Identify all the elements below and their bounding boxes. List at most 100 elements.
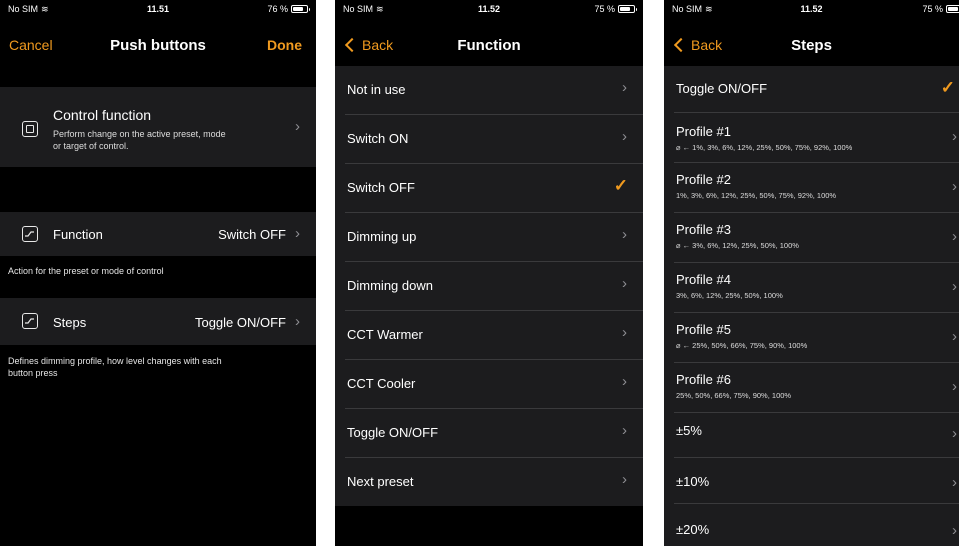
battery-fill [948, 7, 958, 11]
chevron-right-icon: › [952, 278, 957, 295]
chevron-right-icon: › [622, 422, 627, 439]
profile-item[interactable]: Profile #1 ⌀ ← 1%, 3%, 6%, 12%, 25%, 50%… [664, 113, 959, 162]
profile-steps: ⌀ ← 3%, 6%, 12%, 25%, 50%, 100% [676, 241, 799, 250]
profile-item[interactable]: Profile #2 1%, 3%, 6%, 12%, 25%, 50%, 75… [664, 163, 959, 212]
steps-note-1: Defines dimming profile, how level chang… [8, 356, 222, 366]
item-label: CCT Warmer [347, 327, 423, 342]
list-item[interactable]: ±5% › [664, 413, 959, 456]
chevron-right-icon: › [295, 225, 300, 242]
battery-icon [618, 5, 637, 13]
list-item[interactable]: CCT Cooler › [335, 360, 643, 408]
battery-icon [946, 5, 959, 13]
list-item[interactable]: Dimming down › [335, 262, 643, 310]
profile-item[interactable]: Profile #6 25%, 50%, 66%, 75%, 90%, 100%… [664, 363, 959, 412]
dimming-curve-icon [22, 313, 38, 329]
chevron-right-icon: › [952, 378, 957, 395]
function-screen: No SIM ≋ 11.52 75 % Back Function Not in … [335, 0, 643, 546]
item-label: Not in use [347, 82, 406, 97]
profile-title: Profile #5 [676, 322, 731, 337]
nav-bar: Cancel Push buttons Done [0, 22, 316, 66]
chevron-right-icon: › [295, 118, 300, 135]
clock: 11.52 [800, 4, 823, 14]
profile-title: Profile #1 [676, 124, 731, 139]
chevron-right-icon: › [952, 178, 957, 195]
item-label: Switch ON [347, 131, 409, 146]
battery-fill [293, 7, 303, 11]
item-label: Next preset [347, 474, 414, 489]
function-row[interactable]: Function Switch OFF › [0, 212, 316, 256]
item-label: Dimming down [347, 278, 433, 293]
function-value: Switch OFF [218, 227, 286, 242]
chevron-right-icon: › [295, 313, 300, 330]
chevron-right-icon: › [952, 522, 957, 539]
list-item[interactable]: CCT Warmer › [335, 311, 643, 359]
page-title: Steps [791, 37, 832, 54]
item-label: CCT Cooler [347, 376, 416, 391]
chevron-right-icon: › [622, 324, 627, 341]
checkmark-icon: ✓ [613, 176, 628, 195]
steps-note-2: button press [8, 368, 58, 378]
battery-percent: 76 % [267, 4, 288, 14]
function-label: Function [53, 227, 103, 242]
chevron-right-icon: › [622, 226, 627, 243]
list-item[interactable]: Switch ON › [335, 115, 643, 163]
list-item[interactable]: Not in use › [335, 66, 643, 114]
item-label: ±5% [676, 423, 702, 438]
control-function-desc-2: or target of control. [53, 141, 129, 151]
profile-item[interactable]: Profile #3 ⌀ ← 3%, 6%, 12%, 25%, 50%, 10… [664, 213, 959, 262]
function-note: Action for the preset or mode of control [8, 266, 164, 276]
preset-icon [22, 121, 38, 137]
steps-row[interactable]: Steps Toggle ON/OFF › [0, 298, 316, 345]
nav-bar: Back Steps [664, 22, 959, 66]
steps-screen: No SIM ≋ 11.52 75 % Back Steps Toggle ON/… [664, 0, 959, 546]
profile-item[interactable]: Profile #4 3%, 6%, 12%, 25%, 50%, 100% › [664, 263, 959, 312]
chevron-right-icon: › [622, 275, 627, 292]
nav-bar: Back Function [335, 22, 643, 66]
profile-title: Profile #2 [676, 172, 731, 187]
status-bar: No SIM ≋ 11.51 76 % [0, 0, 316, 20]
item-label: Toggle ON/OFF [676, 81, 768, 96]
profile-title: Profile #6 [676, 372, 731, 387]
function-list: Not in use › Switch ON › Switch OFF ✓ Di… [335, 66, 643, 506]
list-item-selected[interactable]: Toggle ON/OFF ✓ [664, 66, 959, 112]
control-function-row[interactable]: Control function Perform change on the a… [0, 87, 316, 167]
done-button[interactable]: Done [267, 37, 302, 53]
profile-steps: 3%, 6%, 12%, 25%, 50%, 100% [676, 291, 783, 300]
battery-percent: 75 % [594, 4, 615, 14]
chevron-right-icon: › [952, 328, 957, 345]
steps-value: Toggle ON/OFF [194, 315, 286, 330]
profile-steps: ⌀ ← 1%, 3%, 6%, 12%, 25%, 50%, 75%, 92%,… [676, 143, 853, 152]
profile-steps: ⌀ ← 25%, 50%, 66%, 75%, 90%, 100% [676, 341, 808, 350]
chevron-right-icon: › [952, 128, 957, 145]
profile-title: Profile #4 [676, 272, 731, 287]
list-item[interactable]: ±10% › [664, 458, 959, 501]
item-label: Switch OFF [347, 180, 415, 195]
item-label: Dimming up [347, 229, 417, 244]
list-item[interactable]: Next preset › [335, 458, 643, 506]
list-item[interactable]: ±20% › [664, 504, 959, 546]
list-item[interactable]: Toggle ON/OFF › [335, 409, 643, 457]
control-function-title: Control function [53, 107, 152, 123]
push-buttons-screen: No SIM ≋ 11.51 76 % Cancel Push buttons D… [0, 0, 316, 546]
profile-steps: 1%, 3%, 6%, 12%, 25%, 50%, 75%, 92%, 100… [676, 191, 837, 200]
page-title: Function [457, 37, 521, 54]
profile-title: Profile #3 [676, 222, 731, 237]
list-item-selected[interactable]: Switch OFF ✓ [335, 164, 643, 212]
steps-label: Steps [53, 315, 87, 330]
chevron-right-icon: › [952, 228, 957, 245]
chevron-right-icon: › [952, 474, 957, 491]
chevron-right-icon: › [952, 425, 957, 442]
control-function-desc-1: Perform change on the active preset, mod… [53, 129, 226, 139]
profile-item[interactable]: Profile #5 ⌀ ← 25%, 50%, 66%, 75%, 90%, … [664, 313, 959, 362]
chevron-right-icon: › [622, 128, 627, 145]
profile-steps: 25%, 50%, 66%, 75%, 90%, 100% [676, 391, 792, 400]
item-label: Toggle ON/OFF [347, 425, 439, 440]
item-label: ±20% [676, 522, 710, 537]
dimming-curve-icon [22, 226, 38, 242]
chevron-right-icon: › [622, 373, 627, 390]
checkmark-icon: ✓ [940, 78, 955, 97]
chevron-right-icon: › [622, 471, 627, 488]
battery-percent: 75 % [922, 4, 943, 14]
steps-list: Toggle ON/OFF ✓ Profile #1 ⌀ ← 1%, 3%, 6… [664, 66, 959, 546]
list-item[interactable]: Dimming up › [335, 213, 643, 261]
